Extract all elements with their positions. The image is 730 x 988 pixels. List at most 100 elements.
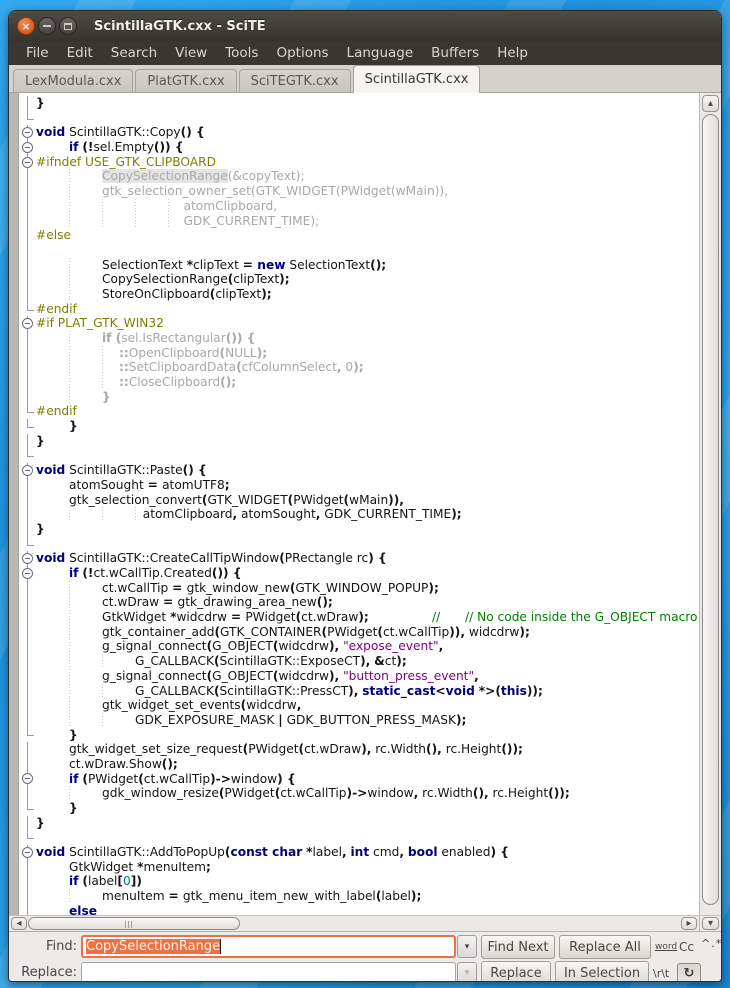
escape-sequences-toggle[interactable]: \r\t (653, 967, 669, 980)
menu-item-view[interactable]: View (166, 43, 216, 63)
code-line[interactable] (9, 830, 699, 845)
code-line[interactable]: ::OpenClipboard(NULL); (9, 346, 699, 361)
maximize-button[interactable] (59, 17, 77, 35)
code-line[interactable]: GtkWidget *widcdrw = PWidget(ct.wDraw); … (9, 610, 699, 625)
scroll-right-button[interactable]: ▸ (681, 917, 697, 930)
fold-toggle-icon[interactable] (19, 551, 36, 566)
menu-item-file[interactable]: File (17, 43, 58, 63)
fold-toggle-icon[interactable] (19, 125, 36, 140)
replace-history-dropdown[interactable]: ▾ (457, 962, 477, 982)
menu-item-help[interactable]: Help (488, 43, 537, 63)
fold-toggle-icon[interactable] (19, 316, 36, 331)
code-line[interactable]: void ScintillaGTK::CreateCallTipWindow(P… (9, 551, 699, 566)
code-line[interactable] (9, 243, 699, 258)
code-line[interactable]: } (9, 390, 699, 405)
code-line[interactable]: G_CALLBACK(ScintillaGTK::PressCT), stati… (9, 684, 699, 699)
code-line[interactable]: void ScintillaGTK::Copy() { (9, 125, 699, 140)
scroll-left-button[interactable]: ◂ (11, 917, 27, 930)
find-input[interactable]: CopySelectionRange (81, 935, 456, 958)
menu-item-language[interactable]: Language (338, 43, 423, 63)
tab-lexmodula-cxx[interactable]: LexModula.cxx (13, 69, 133, 92)
code-line[interactable]: if (label[0]) (9, 874, 699, 889)
code-line[interactable]: CopySelectionRange(clipText); (9, 272, 699, 287)
menu-item-edit[interactable]: Edit (58, 43, 102, 63)
tab-platgtk-cxx[interactable]: PlatGTK.cxx (135, 69, 236, 92)
tab-scitegtk-cxx[interactable]: SciTEGTK.cxx (239, 69, 351, 92)
code-line[interactable]: void ScintillaGTK::AddToPopUp(const char… (9, 845, 699, 860)
horizontal-scrollbar[interactable]: ◂ ▸ (9, 916, 699, 931)
code-line[interactable]: } (9, 419, 699, 434)
code-line[interactable]: #else (9, 228, 699, 243)
code-line[interactable]: atomSought = atomUTF8; (9, 478, 699, 493)
code-line[interactable]: gtk_selection_owner_set(GTK_WIDGET(PWidg… (9, 184, 699, 199)
code-line[interactable]: menuItem = gtk_menu_item_new_with_label(… (9, 889, 699, 904)
code-line[interactable]: gtk_selection_convert(GTK_WIDGET(PWidget… (9, 493, 699, 508)
code-line[interactable] (9, 537, 699, 552)
code-line[interactable]: #endif (9, 404, 699, 419)
close-button[interactable]: × (17, 17, 35, 35)
fold-toggle-icon[interactable] (19, 566, 36, 581)
code-line[interactable]: gtk_container_add(GTK_CONTAINER(PWidget(… (9, 625, 699, 640)
code-line[interactable]: } (9, 96, 699, 111)
code-line[interactable]: gtk_widget_set_events(widcdrw, (9, 698, 699, 713)
code-line[interactable]: ::SetClipboardData(cfColumnSelect, 0); (9, 360, 699, 375)
code-line[interactable] (9, 111, 699, 126)
code-line[interactable]: gtk_widget_set_size_request(PWidget(ct.w… (9, 742, 699, 757)
code-line[interactable]: if (PWidget(ct.wCallTip)->window) { (9, 772, 699, 787)
code-line[interactable]: G_CALLBACK(ScintillaGTK::ExposeCT), &ct)… (9, 654, 699, 669)
code-line[interactable] (9, 449, 699, 464)
fold-toggle-icon[interactable] (19, 140, 36, 155)
tab-scintillagtk-cxx[interactable]: ScintillaGTK.cxx (353, 65, 481, 93)
code-line[interactable]: atomClipboard, (9, 199, 699, 214)
code-line[interactable]: } (9, 816, 699, 831)
code-line[interactable]: if (!ct.wCallTip.Created()) { (9, 566, 699, 581)
fold-toggle-icon[interactable] (19, 463, 36, 478)
code-line[interactable]: gdk_window_resize(PWidget(ct.wCallTip)->… (9, 786, 699, 801)
code-line[interactable]: ct.wDraw.Show(); (9, 757, 699, 772)
replace-all-button[interactable]: Replace All (559, 935, 651, 959)
code-line[interactable]: } (9, 434, 699, 449)
code-line[interactable]: CopySelectionRange(&copyText); (9, 169, 699, 184)
regex-toggle[interactable]: ^.* (701, 937, 722, 950)
find-next-button[interactable]: Find Next (481, 935, 555, 959)
code-line[interactable]: atomClipboard, atomSought, GDK_CURRENT_T… (9, 507, 699, 522)
fold-toggle-icon[interactable] (19, 845, 36, 860)
code-line[interactable]: StoreOnClipboard(clipText); (9, 287, 699, 302)
find-history-dropdown[interactable]: ▾ (457, 935, 477, 958)
match-whole-word-toggle[interactable]: word (655, 942, 677, 952)
code-line[interactable]: if (sel.IsRectangular()) { (9, 331, 699, 346)
code-line[interactable]: SelectionText *clipText = new SelectionT… (9, 258, 699, 273)
replace-input[interactable] (81, 962, 456, 982)
fold-toggle-icon[interactable] (19, 772, 36, 787)
code-line[interactable]: else (9, 904, 699, 915)
vertical-scrollbar-thumb[interactable] (702, 114, 719, 905)
menu-item-tools[interactable]: Tools (216, 43, 267, 63)
code-line[interactable]: ct.wCallTip = gtk_window_new(GTK_WINDOW_… (9, 581, 699, 596)
code-line[interactable]: #endif (9, 302, 699, 317)
code-lines[interactable]: }void ScintillaGTK::Copy() { if (!sel.Em… (9, 93, 699, 915)
code-line[interactable]: GDK_EXPOSURE_MASK | GDK_BUTTON_PRESS_MAS… (9, 713, 699, 728)
code-line[interactable]: g_signal_connect(G_OBJECT(widcdrw), "exp… (9, 639, 699, 654)
fold-toggle-icon[interactable] (19, 155, 36, 170)
horizontal-scrollbar-thumb[interactable] (28, 917, 240, 930)
selection-margin[interactable] (9, 93, 19, 915)
replace-button[interactable]: Replace (481, 961, 551, 982)
minimize-button[interactable] (38, 17, 56, 35)
code-line[interactable]: GtkWidget *menuItem; (9, 860, 699, 875)
code-line[interactable]: } (9, 728, 699, 743)
title-bar[interactable]: × ScintillaGTK.cxx - SciTE (9, 11, 721, 41)
match-case-toggle[interactable]: Cc (679, 940, 694, 954)
code-line[interactable]: void ScintillaGTK::Paste() { (9, 463, 699, 478)
wrap-around-toggle[interactable]: ↻ (677, 963, 701, 982)
code-line[interactable]: } (9, 801, 699, 816)
scroll-down-button[interactable]: ▾ (702, 917, 719, 930)
code-line[interactable]: if (!sel.Empty()) { (9, 140, 699, 155)
code-line[interactable]: GDK_CURRENT_TIME); (9, 214, 699, 229)
in-selection-button[interactable]: In Selection (555, 961, 649, 982)
code-line[interactable]: #ifndef USE_GTK_CLIPBOARD (9, 155, 699, 170)
menu-item-options[interactable]: Options (267, 43, 337, 63)
vertical-scrollbar[interactable]: ▴ (699, 93, 721, 915)
menu-item-search[interactable]: Search (102, 43, 166, 63)
code-line[interactable]: ::CloseClipboard(); (9, 375, 699, 390)
code-line[interactable]: #if PLAT_GTK_WIN32 (9, 316, 699, 331)
